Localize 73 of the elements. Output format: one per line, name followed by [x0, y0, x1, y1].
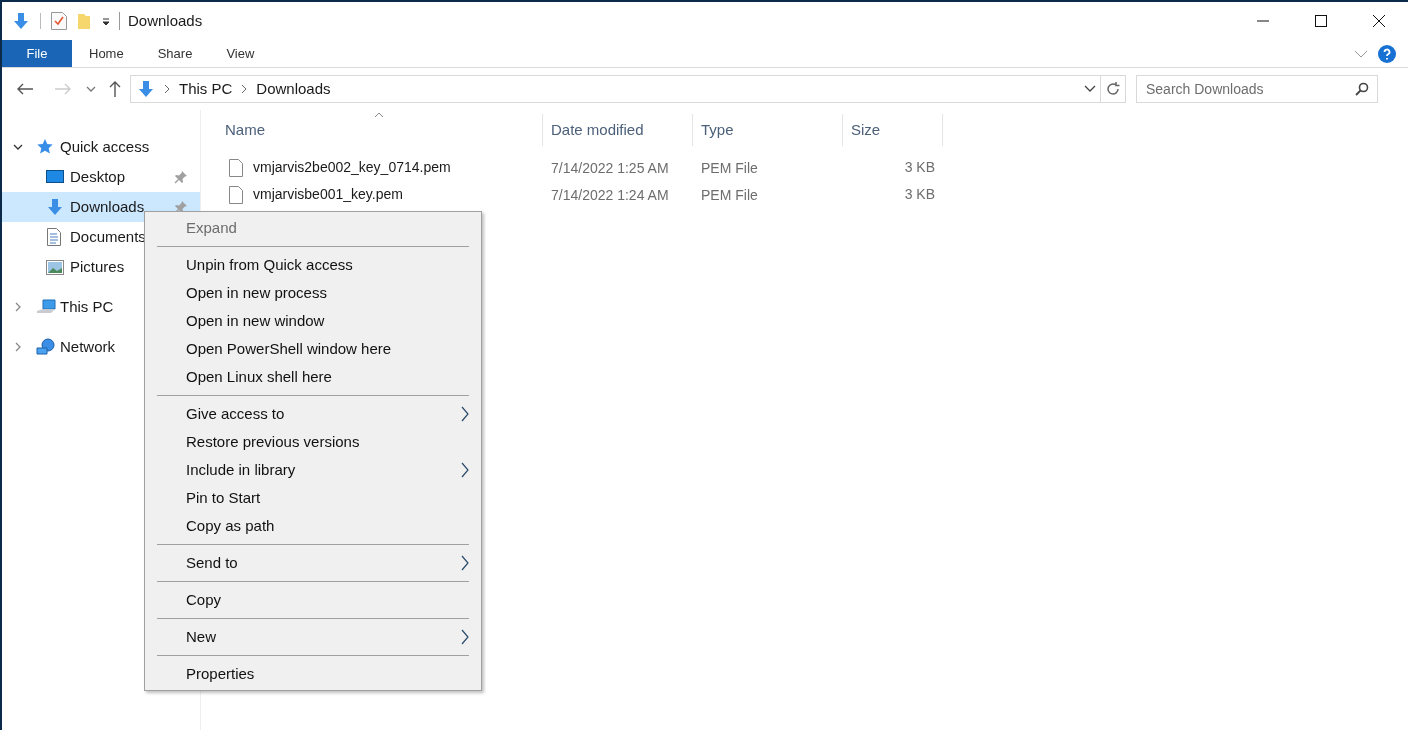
nav-label: This PC: [60, 296, 114, 317]
file-icon: [229, 158, 243, 177]
maximize-icon: [1315, 15, 1327, 27]
nav-item[interactable]: Desktop: [2, 162, 200, 192]
monitor-icon: [46, 169, 64, 185]
breadcrumb-item[interactable]: Downloads: [256, 77, 331, 101]
menu-item[interactable]: Open in new window: [147, 307, 479, 335]
menu-item[interactable]: Open PowerShell window here: [147, 335, 479, 363]
size-cell-text: 3 KB: [904, 185, 935, 204]
nav-label: Documents: [70, 226, 146, 247]
menu-item[interactable]: New: [147, 623, 479, 651]
refresh-icon[interactable]: [1105, 81, 1121, 97]
back-arrow-icon[interactable]: [16, 82, 34, 96]
date-cell: 7/14/2022 1:25 AM: [551, 159, 669, 176]
nav-label: Desktop: [70, 166, 126, 187]
address-bar[interactable]: This PC Downloads: [130, 75, 1126, 103]
column-header[interactable]: Size: [843, 114, 943, 146]
file-name[interactable]: vmjarvis2be002_key_0714.pem: [253, 157, 451, 178]
star-icon: [36, 138, 54, 156]
file-name[interactable]: vmjarvisbe001_key.pem: [253, 184, 403, 205]
help-icon[interactable]: [1378, 44, 1396, 63]
menu-item[interactable]: Properties: [147, 660, 479, 688]
nav-label: Quick access: [60, 136, 150, 157]
chevron-right-icon[interactable]: [13, 342, 23, 352]
column-header[interactable]: Name: [217, 114, 543, 146]
ribbon-tab[interactable]: File: [2, 40, 72, 67]
ribbon-tab[interactable]: View: [209, 40, 272, 67]
ribbon-tab[interactable]: Share: [140, 40, 210, 67]
computer-icon: [36, 299, 56, 315]
menu-item[interactable]: Pin to Start: [147, 484, 479, 512]
chevron-down-icon[interactable]: [1084, 85, 1096, 93]
menu-item[interactable]: Include in library: [147, 456, 479, 484]
menu-item[interactable]: Open in new process: [147, 279, 479, 307]
checklist-icon[interactable]: [51, 12, 67, 30]
nav-label: Downloads: [70, 196, 145, 217]
search-field[interactable]: Search Downloads: [1136, 75, 1378, 103]
file-icon: [229, 185, 243, 204]
column-header[interactable]: Type: [693, 114, 843, 146]
download-arrow-icon: [12, 12, 30, 30]
menu-item[interactable]: Give access to: [147, 400, 479, 428]
pin-icon[interactable]: [174, 170, 188, 184]
chevron-right-icon[interactable]: [13, 302, 23, 312]
nav-label: Network: [60, 336, 115, 357]
menu-item[interactable]: Restore previous versions: [147, 428, 479, 456]
dropdown-icon[interactable]: [101, 16, 111, 26]
document-icon: [46, 228, 62, 246]
window-title: Downloads: [128, 10, 203, 31]
sort-caret-icon[interactable]: [374, 112, 384, 118]
date-cell: 7/14/2022 1:24 AM: [551, 186, 669, 203]
size-cell-text: 3 KB: [904, 158, 935, 177]
nav-label: Pictures: [70, 256, 125, 277]
breadcrumb-chevron-icon[interactable]: [241, 84, 248, 94]
nav-item[interactable]: Downloads: [2, 192, 200, 222]
search-icon[interactable]: [1355, 82, 1369, 96]
column-header[interactable]: Date modified: [543, 114, 693, 146]
type-cell: PEM File: [701, 159, 758, 176]
globe-icon: [36, 338, 56, 356]
menu-item[interactable]: Send to: [147, 549, 479, 577]
download-arrow-icon: [137, 80, 155, 98]
picture-icon: [46, 259, 64, 275]
menu-item[interactable]: Unpin from Quick access: [147, 251, 479, 279]
chevron-down-icon[interactable]: [13, 142, 23, 152]
up-arrow-icon[interactable]: [108, 80, 122, 98]
breadcrumb-item[interactable]: This PC: [179, 77, 233, 101]
download-arrow-icon: [46, 198, 64, 216]
ribbon-tab[interactable]: Home: [72, 40, 141, 67]
type-cell: PEM File: [701, 186, 758, 203]
nav-item[interactable]: Quick access: [2, 132, 200, 162]
menu-item[interactable]: Copy: [147, 586, 479, 614]
menu-item[interactable]: Open Linux shell here: [147, 363, 479, 391]
breadcrumb-chevron-icon[interactable]: [164, 84, 170, 94]
close-icon: [1373, 15, 1385, 27]
menu-item[interactable]: Copy as path: [147, 512, 479, 540]
